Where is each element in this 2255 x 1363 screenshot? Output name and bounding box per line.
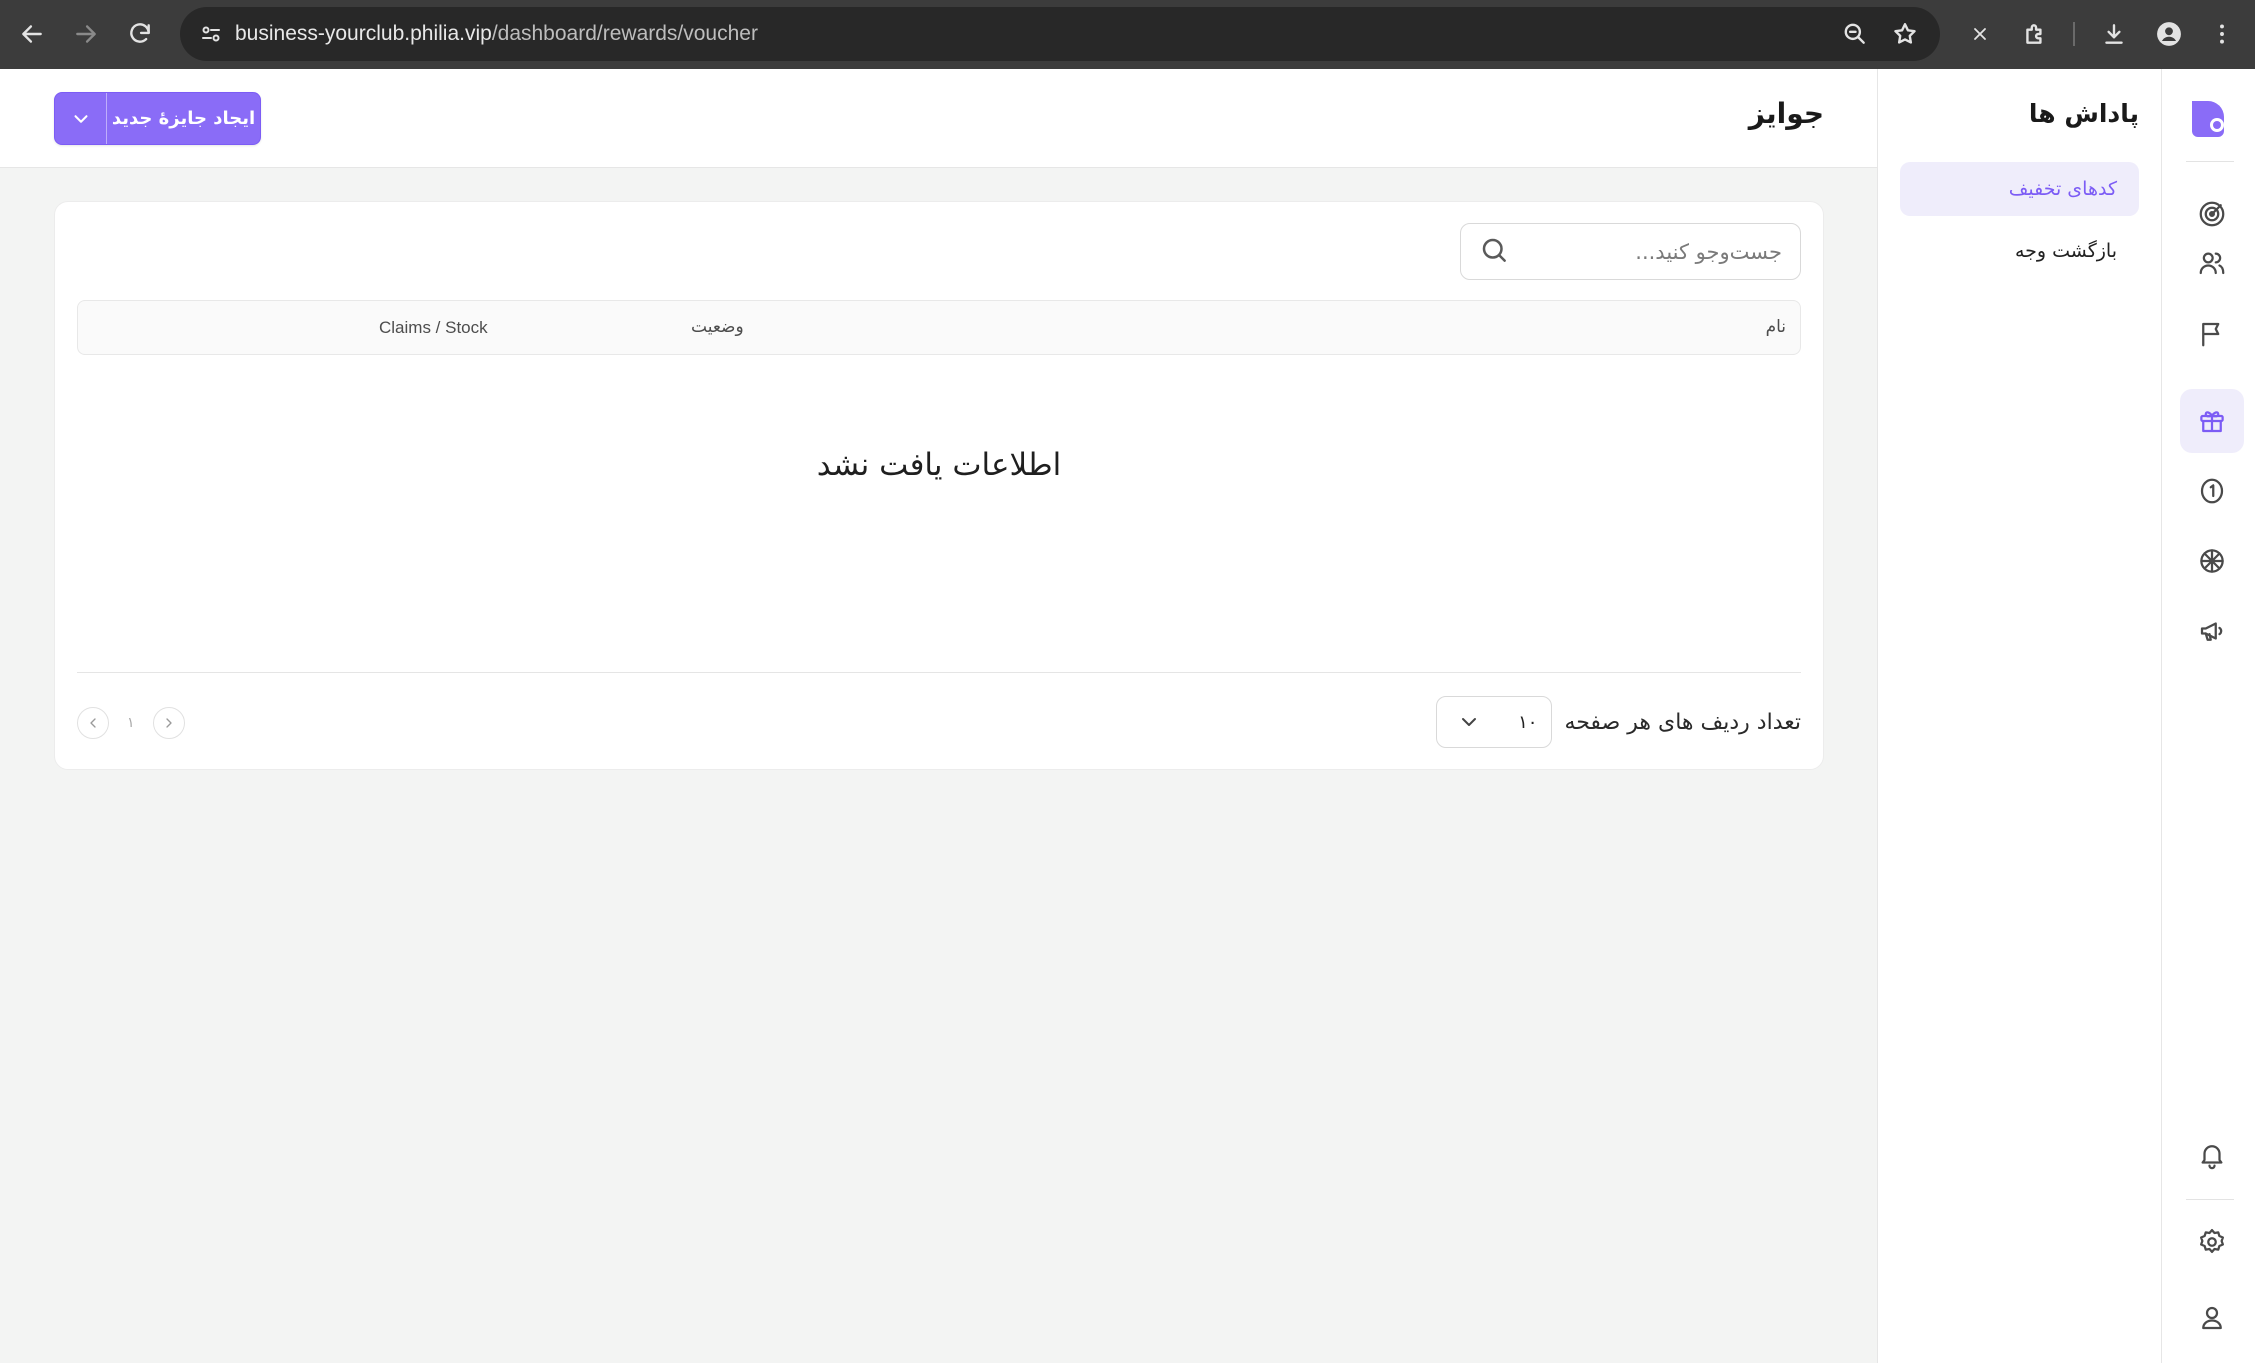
profile-button[interactable]: [2147, 12, 2191, 56]
column-name: نام: [1765, 317, 1786, 337]
megaphone-icon: [2200, 622, 2223, 641]
address-bar[interactable]: business-yourclub.philia.vip/dashboard/r…: [180, 7, 1940, 61]
app-shell: جوایز ایجاد جایزهٔ جدید نام وضعیت Claims…: [0, 69, 2255, 1363]
rail-divider-bottom: [2186, 1199, 2234, 1200]
downloads-button[interactable]: [2092, 12, 2136, 56]
create-reward-label: ایجاد جایزهٔ جدید: [111, 108, 256, 129]
rail-item-wheel[interactable]: [2180, 529, 2244, 593]
rewards-table-card: نام وضعیت Claims / Stock اطلاعات یافت نش…: [54, 201, 1824, 770]
rail-item-users[interactable]: [2180, 231, 2244, 295]
subnav-title: پاداش ها: [2028, 99, 2139, 128]
extension-x-button[interactable]: [1958, 12, 2002, 56]
back-button[interactable]: [10, 12, 54, 56]
rows-per-page-select[interactable]: ۱۰: [1436, 696, 1553, 748]
reload-button[interactable]: [118, 12, 162, 56]
subnav-item-cashback[interactable]: بازگشت وجه: [1900, 224, 2139, 278]
chevron-down-icon: [1462, 718, 1477, 726]
download-icon: [2105, 24, 2123, 44]
bell-icon: [2201, 1145, 2223, 1170]
rows-per-page-label: تعداد ردیف های هر صفحه: [1564, 709, 1801, 735]
page-title: جوایز: [1748, 97, 1824, 130]
coin-icon: [2200, 478, 2224, 504]
brand-logo-icon[interactable]: [2186, 97, 2230, 141]
search-box[interactable]: [1460, 223, 1801, 280]
pagination-next-button[interactable]: [77, 707, 109, 739]
pagination: ۱: [77, 707, 185, 739]
reload-icon: [130, 23, 150, 43]
create-reward-button[interactable]: ایجاد جایزهٔ جدید: [54, 92, 261, 145]
users-icon: [2199, 252, 2225, 275]
user-icon: [2202, 1306, 2222, 1330]
arrow-right-icon: [76, 25, 96, 43]
browser-toolbar: business-yourclub.philia.vip/dashboard/r…: [0, 0, 2255, 69]
icon-rail: [2161, 69, 2255, 1363]
more-vert-icon: [2220, 24, 2224, 44]
target-icon: [2199, 201, 2225, 227]
rail-item-announcements[interactable]: [2180, 599, 2244, 663]
page-header: جوایز ایجاد جایزهٔ جدید: [0, 69, 1877, 168]
url-text: business-yourclub.philia.vip/dashboard/r…: [235, 22, 758, 45]
rows-per-page: تعداد ردیف های هر صفحه ۱۰: [1436, 696, 1801, 748]
close-icon: [1974, 28, 1986, 40]
rows-per-page-value: ۱۰: [1518, 711, 1538, 733]
avatar-icon: [2157, 22, 2181, 46]
site-info-icon[interactable]: [192, 15, 230, 53]
table-footer-divider: [77, 672, 1801, 673]
rail-item-settings[interactable]: [2180, 1210, 2244, 1274]
rail-item-profile[interactable]: [2180, 1286, 2244, 1350]
column-claims-stock: Claims / Stock: [379, 318, 488, 337]
table-header: نام وضعیت Claims / Stock: [77, 300, 1801, 355]
gear-icon: [2200, 1229, 2224, 1253]
current-page-number[interactable]: ۱: [127, 715, 135, 731]
flag-icon: [2202, 322, 2220, 347]
rail-divider: [2186, 161, 2234, 162]
rail-item-rewards[interactable]: [2180, 389, 2244, 453]
rewards-subnav: پاداش ها کدهای تخفیف بازگشت وجه: [1877, 69, 2161, 1363]
toolbar-divider: [2073, 22, 2075, 46]
chevron-left-icon: [90, 718, 96, 728]
forward-button[interactable]: [64, 12, 108, 56]
empty-state-message: اطلاعات یافت نشد: [816, 447, 1062, 483]
wheel-icon: [2200, 549, 2224, 573]
extensions-button[interactable]: [2013, 12, 2057, 56]
menu-button[interactable]: [2200, 12, 2244, 56]
gift-icon: [2200, 411, 2224, 433]
rail-item-campaigns[interactable]: [2180, 302, 2244, 366]
column-status: وضعیت: [691, 317, 744, 337]
rail-item-notifications[interactable]: [2180, 1123, 2244, 1187]
rail-item-points[interactable]: [2180, 459, 2244, 523]
search-input[interactable]: [1509, 239, 1782, 264]
search-icon: [1479, 235, 1509, 269]
chevron-down-icon: [73, 114, 88, 123]
arrow-left-icon: [22, 25, 42, 43]
subnav-item-vouchers[interactable]: کدهای تخفیف: [1900, 162, 2139, 216]
create-reward-dropdown[interactable]: [55, 93, 107, 144]
bookmark-star-icon[interactable]: [1886, 15, 1924, 53]
zoom-icon[interactable]: [1836, 15, 1874, 53]
puzzle-icon: [2026, 24, 2042, 44]
pagination-prev-button[interactable]: [152, 707, 185, 739]
chevron-right-icon: [165, 718, 172, 728]
